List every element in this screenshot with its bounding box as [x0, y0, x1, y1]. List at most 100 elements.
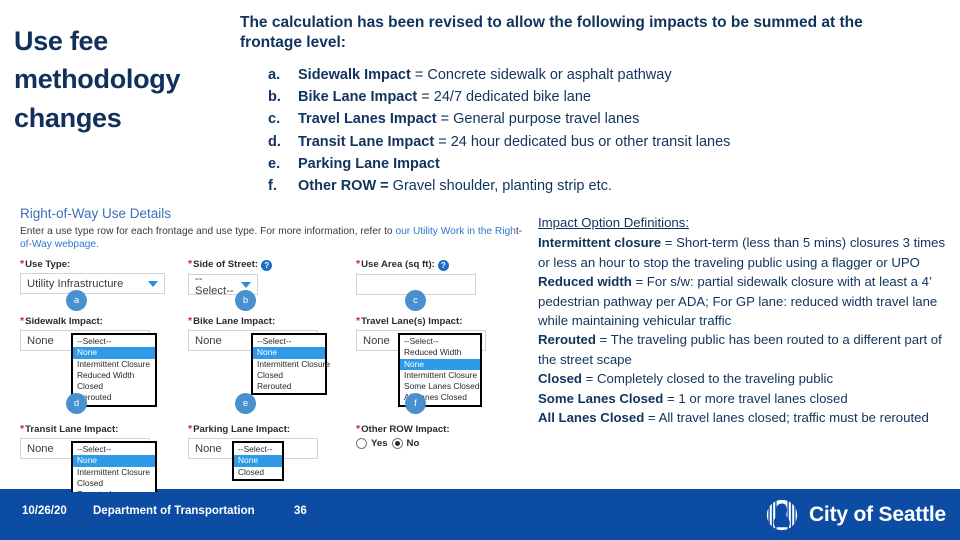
list-item-definition: = General purpose travel lanes: [436, 111, 640, 128]
list-item-definition: = Concrete sidewalk or asphalt pathway: [410, 67, 672, 83]
row-use-details-screenshot: Right-of-Way Use Details Enter a use typ…: [8, 200, 538, 492]
dropdown-option[interactable]: Closed: [253, 370, 325, 381]
dropdown-option[interactable]: Some Lanes Closed: [400, 381, 480, 392]
dropdown-option[interactable]: Intermittent Closure: [253, 359, 330, 370]
callout-badge-d: d: [66, 393, 87, 414]
of-way-webpage-link[interactable]: of-Way webpage.: [20, 239, 99, 250]
field-label-text: Other ROW Impact:: [361, 424, 450, 435]
definition-term: Some Lanes Closed: [538, 390, 664, 406]
dropdown-option[interactable]: Intermittent Closure: [400, 370, 480, 381]
footer-department: Department of Transportation: [93, 505, 255, 517]
dropdown-option[interactable]: --Select--: [73, 444, 155, 455]
use-type-select[interactable]: Utility Infrastructure: [20, 273, 165, 294]
definition-text: = All travel lanes closed; traffic must …: [644, 410, 929, 426]
dropdown-option[interactable]: --Select--: [73, 336, 155, 347]
field-label-text: Use Area (sq ft):: [361, 259, 435, 270]
dropdown-option[interactable]: Closed: [73, 478, 155, 489]
impact-option-definitions: Impact Option Definitions: Intermittent …: [538, 213, 946, 427]
brand-name: City of Seattle: [808, 503, 946, 526]
list-item-definition: = 24 hour dedicated bus or other transit…: [434, 133, 731, 150]
list-item: f. Other ROW = Gravel shoulder, planting…: [268, 175, 908, 197]
list-item-letter: d.: [268, 133, 281, 150]
dropdown-option[interactable]: --Select--: [234, 444, 282, 455]
dropdown-option-selected[interactable]: None: [253, 347, 325, 359]
list-item-definition: = 24/7 dedicated bike lane: [417, 89, 591, 106]
page-title: Use fee methodology changes: [14, 26, 181, 133]
radio-yes-label: Yes: [371, 438, 388, 449]
definitions-heading: Impact Option Definitions:: [538, 215, 689, 230]
dropdown-option[interactable]: --Select--: [400, 336, 480, 347]
required-indicator-icon: *: [188, 423, 193, 435]
required-indicator-icon: *: [188, 315, 193, 327]
side-of-street-value: --Select--: [195, 272, 234, 297]
field-other-row-impact: *Other ROW Impact: Yes No: [356, 423, 496, 449]
list-item-definition: Gravel shoulder, planting strip etc.: [388, 177, 612, 194]
definition-text: = 1 or more travel lanes closed: [663, 390, 848, 406]
utility-work-link[interactable]: our Utility Work in the Righ: [395, 226, 515, 237]
list-item-term: Travel Lanes Impact: [298, 111, 437, 128]
list-item-term: Bike Lane Impact: [298, 89, 418, 106]
field-label-text: Bike Lane Impact:: [193, 316, 276, 327]
radio-no-label: No: [406, 438, 420, 449]
dropdown-option-selected[interactable]: None: [400, 358, 480, 370]
intro-paragraph: The calculation has been revised to allo…: [240, 14, 863, 52]
dropdown-option-selected[interactable]: None: [73, 455, 155, 467]
chevron-down-icon: [241, 281, 251, 288]
dropdown-option-selected[interactable]: None: [73, 347, 155, 359]
footer-page-number: 36: [294, 505, 307, 517]
city-of-seattle-seal-icon: [765, 498, 799, 532]
definition-term: Rerouted: [538, 332, 596, 348]
dropdown-option-selected[interactable]: None: [234, 455, 282, 467]
help-icon[interactable]: ?: [437, 260, 449, 271]
list-item: a. Sidewalk Impact = Concrete sidewalk o…: [268, 64, 908, 86]
required-indicator-icon: *: [188, 258, 193, 270]
field-label: *Other ROW Impact:: [356, 423, 496, 435]
dropdown-option[interactable]: Rerouted: [253, 381, 325, 392]
definition-entry: Rerouted = The traveling public has been…: [538, 330, 946, 369]
field-label-text: Travel Lane(s) Impact:: [361, 316, 463, 327]
required-indicator-icon: *: [20, 315, 25, 327]
field-label: *Bike Lane Impact:: [188, 315, 318, 327]
list-item-term: Sidewalk Impact: [298, 67, 411, 83]
footer-date: 10/26/20: [22, 505, 67, 517]
callout-badge-b: b: [235, 290, 256, 311]
list-item-letter: e.: [268, 155, 281, 172]
bike-lane-impact-dropdown-list[interactable]: --Select-- None Intermittent Closure Clo…: [251, 333, 330, 396]
form-heading: Right-of-Way Use Details: [20, 206, 172, 221]
list-item: b. Bike Lane Impact = 24/7 dedicated bik…: [268, 86, 908, 108]
dropdown-option[interactable]: Intermittent Closure: [73, 359, 155, 370]
radio-no[interactable]: [391, 438, 403, 449]
parking-lane-impact-dropdown-list[interactable]: --Select-- None Closed: [232, 441, 284, 481]
field-label-text: Use Type:: [25, 259, 71, 270]
required-indicator-icon: *: [356, 315, 361, 327]
field-label: *Transit Lane Impact:: [20, 423, 150, 435]
required-indicator-icon: *: [20, 258, 25, 270]
dropdown-option[interactable]: Rerouted: [73, 489, 155, 492]
radio-yes[interactable]: [356, 438, 367, 449]
field-label: *Parking Lane Impact:: [188, 423, 318, 435]
use-type-value: Utility Infrastructure: [27, 277, 124, 290]
list-item: c. Travel Lanes Impact = General purpose…: [268, 108, 908, 130]
help-icon[interactable]: ?: [261, 260, 273, 271]
dropdown-option[interactable]: Intermittent Closure: [73, 467, 155, 478]
callout-badge-a: a: [66, 290, 87, 311]
parking-lane-impact-value: None: [195, 442, 222, 455]
form-subtitle-text: Enter a use type row for each frontage a…: [20, 226, 396, 237]
dropdown-option[interactable]: Closed: [234, 467, 282, 478]
field-label: *Use Area (sq ft):?: [356, 258, 476, 271]
dropdown-option[interactable]: Reduced Width: [73, 370, 155, 381]
dropdown-option[interactable]: Reduced Width: [400, 347, 480, 358]
list-item-letter: c.: [268, 111, 281, 128]
definition-text: = Completely closed to the traveling pub…: [581, 371, 834, 387]
form-subtitle-text2: t-: [515, 226, 523, 237]
list-item-letter: a.: [268, 67, 281, 83]
dropdown-option[interactable]: Closed: [73, 381, 155, 392]
field-label-text: Transit Lane Impact:: [25, 424, 119, 435]
definition-entry: Closed = Completely closed to the travel…: [538, 369, 946, 388]
dropdown-option[interactable]: --Select--: [253, 336, 325, 347]
field-label-text: Parking Lane Impact:: [193, 424, 291, 435]
transit-lane-impact-dropdown-list[interactable]: --Select-- None Intermittent Closure Clo…: [71, 441, 157, 492]
callout-badge-f: f: [405, 393, 426, 414]
field-label: *Travel Lane(s) Impact:: [356, 315, 486, 327]
list-item-term: Parking Lane Impact: [298, 155, 440, 172]
